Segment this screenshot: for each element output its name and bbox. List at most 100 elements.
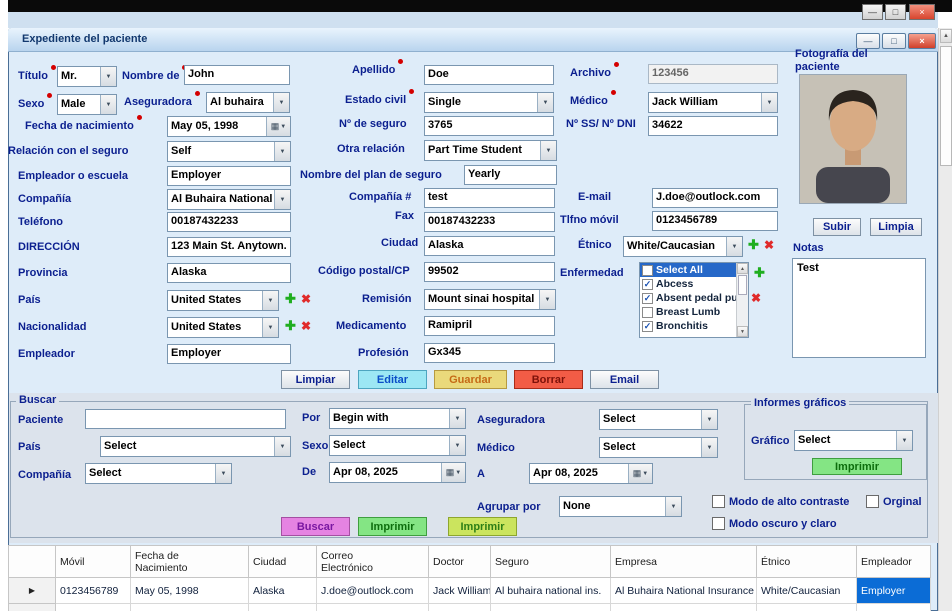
chevron-down-icon[interactable]: ▼ bbox=[100, 95, 116, 114]
telefono-input[interactable]: 00187432233 bbox=[167, 212, 291, 232]
scroll-up-icon[interactable]: ▲ bbox=[940, 29, 952, 43]
grid-header-cell[interactable]: Étnico bbox=[757, 546, 857, 578]
nacionalidad-select[interactable]: United States ▼ bbox=[167, 317, 279, 338]
listbox-scrollbar[interactable]: ▲ ▼ bbox=[736, 263, 748, 337]
chevron-down-icon[interactable]: ▼ bbox=[701, 410, 717, 429]
list-item[interactable]: Select All bbox=[640, 263, 748, 277]
chevron-down-icon[interactable]: ▼ bbox=[539, 290, 555, 309]
aseguradora-select[interactable]: Al buhaira ▼ bbox=[206, 92, 290, 113]
list-item[interactable]: ✓ Absent pedal pu bbox=[640, 291, 748, 305]
chevron-down-icon[interactable]: ▼ bbox=[449, 436, 465, 455]
imprimir-button[interactable]: Imprimir bbox=[358, 517, 427, 536]
chevron-down-icon[interactable]: ▼ bbox=[449, 409, 465, 428]
ss-dni-input[interactable]: 34622 bbox=[648, 116, 778, 136]
buscar-aseguradora-select[interactable]: Select ▼ bbox=[599, 409, 718, 430]
limpia-button[interactable]: Limpia bbox=[870, 218, 922, 236]
orginal-checkbox[interactable] bbox=[866, 495, 879, 508]
grid-header-cell[interactable]: Ciudad bbox=[249, 546, 317, 578]
informes-imprimir-button[interactable]: Imprimir bbox=[812, 458, 902, 475]
maximize-button[interactable]: □ bbox=[882, 33, 906, 49]
email-button[interactable]: Email bbox=[590, 370, 659, 389]
grid-cell[interactable] bbox=[757, 604, 857, 611]
grid-cell[interactable]: Al buhaira national ins. bbox=[491, 578, 611, 604]
otra-relacion-select[interactable]: Part Time Student ▼ bbox=[424, 140, 557, 161]
minimize-button[interactable]: — bbox=[856, 33, 880, 49]
chevron-down-icon[interactable]: ▼ bbox=[274, 142, 290, 161]
empleador-input[interactable]: Employer bbox=[167, 344, 291, 364]
fecha-nacimiento-datepicker[interactable]: May 05, 1998 ▦▼ bbox=[167, 116, 291, 137]
scroll-down-icon[interactable]: ▼ bbox=[737, 326, 748, 337]
grid-header-cell[interactable]: Móvil bbox=[56, 546, 131, 578]
grid-header-cell[interactable]: Empresa bbox=[611, 546, 757, 578]
grid-cell[interactable] bbox=[857, 604, 931, 611]
compania-num-input[interactable]: test bbox=[424, 188, 555, 208]
borrar-button[interactable]: Borrar bbox=[514, 370, 583, 389]
buscar-compania-select[interactable]: Select ▼ bbox=[85, 463, 232, 484]
ciudad-input[interactable]: Alaska bbox=[424, 236, 555, 256]
list-item[interactable]: ✓ Abcess bbox=[640, 277, 748, 291]
list-item[interactable]: Breast Lumb bbox=[640, 305, 748, 319]
etnico-delete-icon[interactable]: ✖ bbox=[764, 238, 774, 252]
grid-cell[interactable]: J.doe@outlock.com bbox=[317, 578, 429, 604]
buscar-de-datepicker[interactable]: Apr 08, 2025 ▦▼ bbox=[329, 462, 466, 483]
enfermedad-delete-icon[interactable]: ✖ bbox=[751, 291, 761, 305]
medicamento-input[interactable]: Ramipril bbox=[424, 316, 555, 336]
grid-cell-selected[interactable]: Employer bbox=[857, 578, 931, 604]
scroll-up-icon[interactable]: ▲ bbox=[737, 263, 748, 274]
mdi-minimize-button[interactable]: — bbox=[862, 4, 883, 20]
movil-input[interactable]: 0123456789 bbox=[652, 211, 778, 231]
agrupar-select[interactable]: None ▼ bbox=[559, 496, 682, 517]
grid-cell[interactable]: Al Buhaira National Insurance bbox=[611, 578, 757, 604]
grid-header-cell[interactable]: Correo Electrónico bbox=[317, 546, 429, 578]
grid-cell[interactable] bbox=[429, 604, 491, 611]
grid-row[interactable] bbox=[9, 604, 931, 611]
guardar-button[interactable]: Guardar bbox=[434, 370, 507, 389]
grafico-select[interactable]: Select ▼ bbox=[794, 430, 913, 451]
enfermedad-add-icon[interactable]: ✚ bbox=[754, 266, 765, 280]
compania-select[interactable]: Al Buhaira National ▼ bbox=[167, 189, 291, 210]
nacionalidad-add-icon[interactable]: ✚ bbox=[285, 319, 296, 333]
checkbox[interactable]: ✓ bbox=[642, 321, 653, 332]
calendar-icon[interactable]: ▦▼ bbox=[628, 464, 652, 483]
grid-cell[interactable] bbox=[491, 604, 611, 611]
empleador-escuela-input[interactable]: Employer bbox=[167, 166, 291, 186]
grid-cell[interactable]: White/Caucasian bbox=[757, 578, 857, 604]
grid-cell[interactable] bbox=[317, 604, 429, 611]
notas-textarea[interactable]: Test bbox=[792, 258, 926, 358]
subir-button[interactable]: Subir bbox=[813, 218, 861, 236]
grid-cell[interactable] bbox=[611, 604, 757, 611]
nombre-input[interactable]: John bbox=[184, 65, 290, 85]
grid-header-cell[interactable]: Empleador bbox=[857, 546, 931, 578]
chevron-down-icon[interactable]: ▼ bbox=[215, 464, 231, 483]
pais-add-icon[interactable]: ✚ bbox=[285, 292, 296, 306]
chevron-down-icon[interactable]: ▼ bbox=[273, 93, 289, 112]
chevron-down-icon[interactable]: ▼ bbox=[274, 190, 290, 209]
grid-header-cell[interactable]: Fecha de Nacimiento bbox=[131, 546, 249, 578]
scrollbar-thumb[interactable] bbox=[738, 275, 747, 295]
grid-header-cell[interactable]: Seguro bbox=[491, 546, 611, 578]
grid-row[interactable]: ▶ 0123456789 May 05, 1998 Alaska J.doe@o… bbox=[9, 578, 931, 604]
estado-civil-select[interactable]: Single ▼ bbox=[424, 92, 554, 113]
grid-header-cell[interactable]: Doctor bbox=[429, 546, 491, 578]
sexo-select[interactable]: Male ▼ bbox=[57, 94, 117, 115]
checkbox[interactable] bbox=[642, 307, 653, 318]
modo-oscuro-checkbox[interactable] bbox=[712, 517, 725, 530]
grid-cell[interactable] bbox=[56, 604, 131, 611]
numero-seguro-input[interactable]: 3765 bbox=[424, 116, 554, 136]
buscar-sexo-select[interactable]: Select ▼ bbox=[329, 435, 466, 456]
chevron-down-icon[interactable]: ▼ bbox=[100, 67, 116, 86]
nacionalidad-delete-icon[interactable]: ✖ bbox=[301, 319, 311, 333]
chevron-down-icon[interactable]: ▼ bbox=[761, 93, 777, 112]
close-button[interactable]: × bbox=[908, 33, 936, 49]
alto-contraste-checkbox[interactable] bbox=[712, 495, 725, 508]
pais-select[interactable]: United States ▼ bbox=[167, 290, 279, 311]
plan-seguro-input[interactable]: Yearly bbox=[464, 165, 557, 185]
grid-cell[interactable]: Jack William bbox=[429, 578, 491, 604]
imprimir-secondary-button[interactable]: Imprimir bbox=[448, 517, 517, 536]
chevron-down-icon[interactable]: ▼ bbox=[701, 438, 717, 457]
checkbox[interactable]: ✓ bbox=[642, 279, 653, 290]
chevron-down-icon[interactable]: ▼ bbox=[274, 437, 290, 456]
editar-button[interactable]: Editar bbox=[358, 370, 427, 389]
vertical-scrollbar[interactable]: ▲ bbox=[938, 28, 952, 611]
grid-cell[interactable]: May 05, 1998 bbox=[131, 578, 249, 604]
